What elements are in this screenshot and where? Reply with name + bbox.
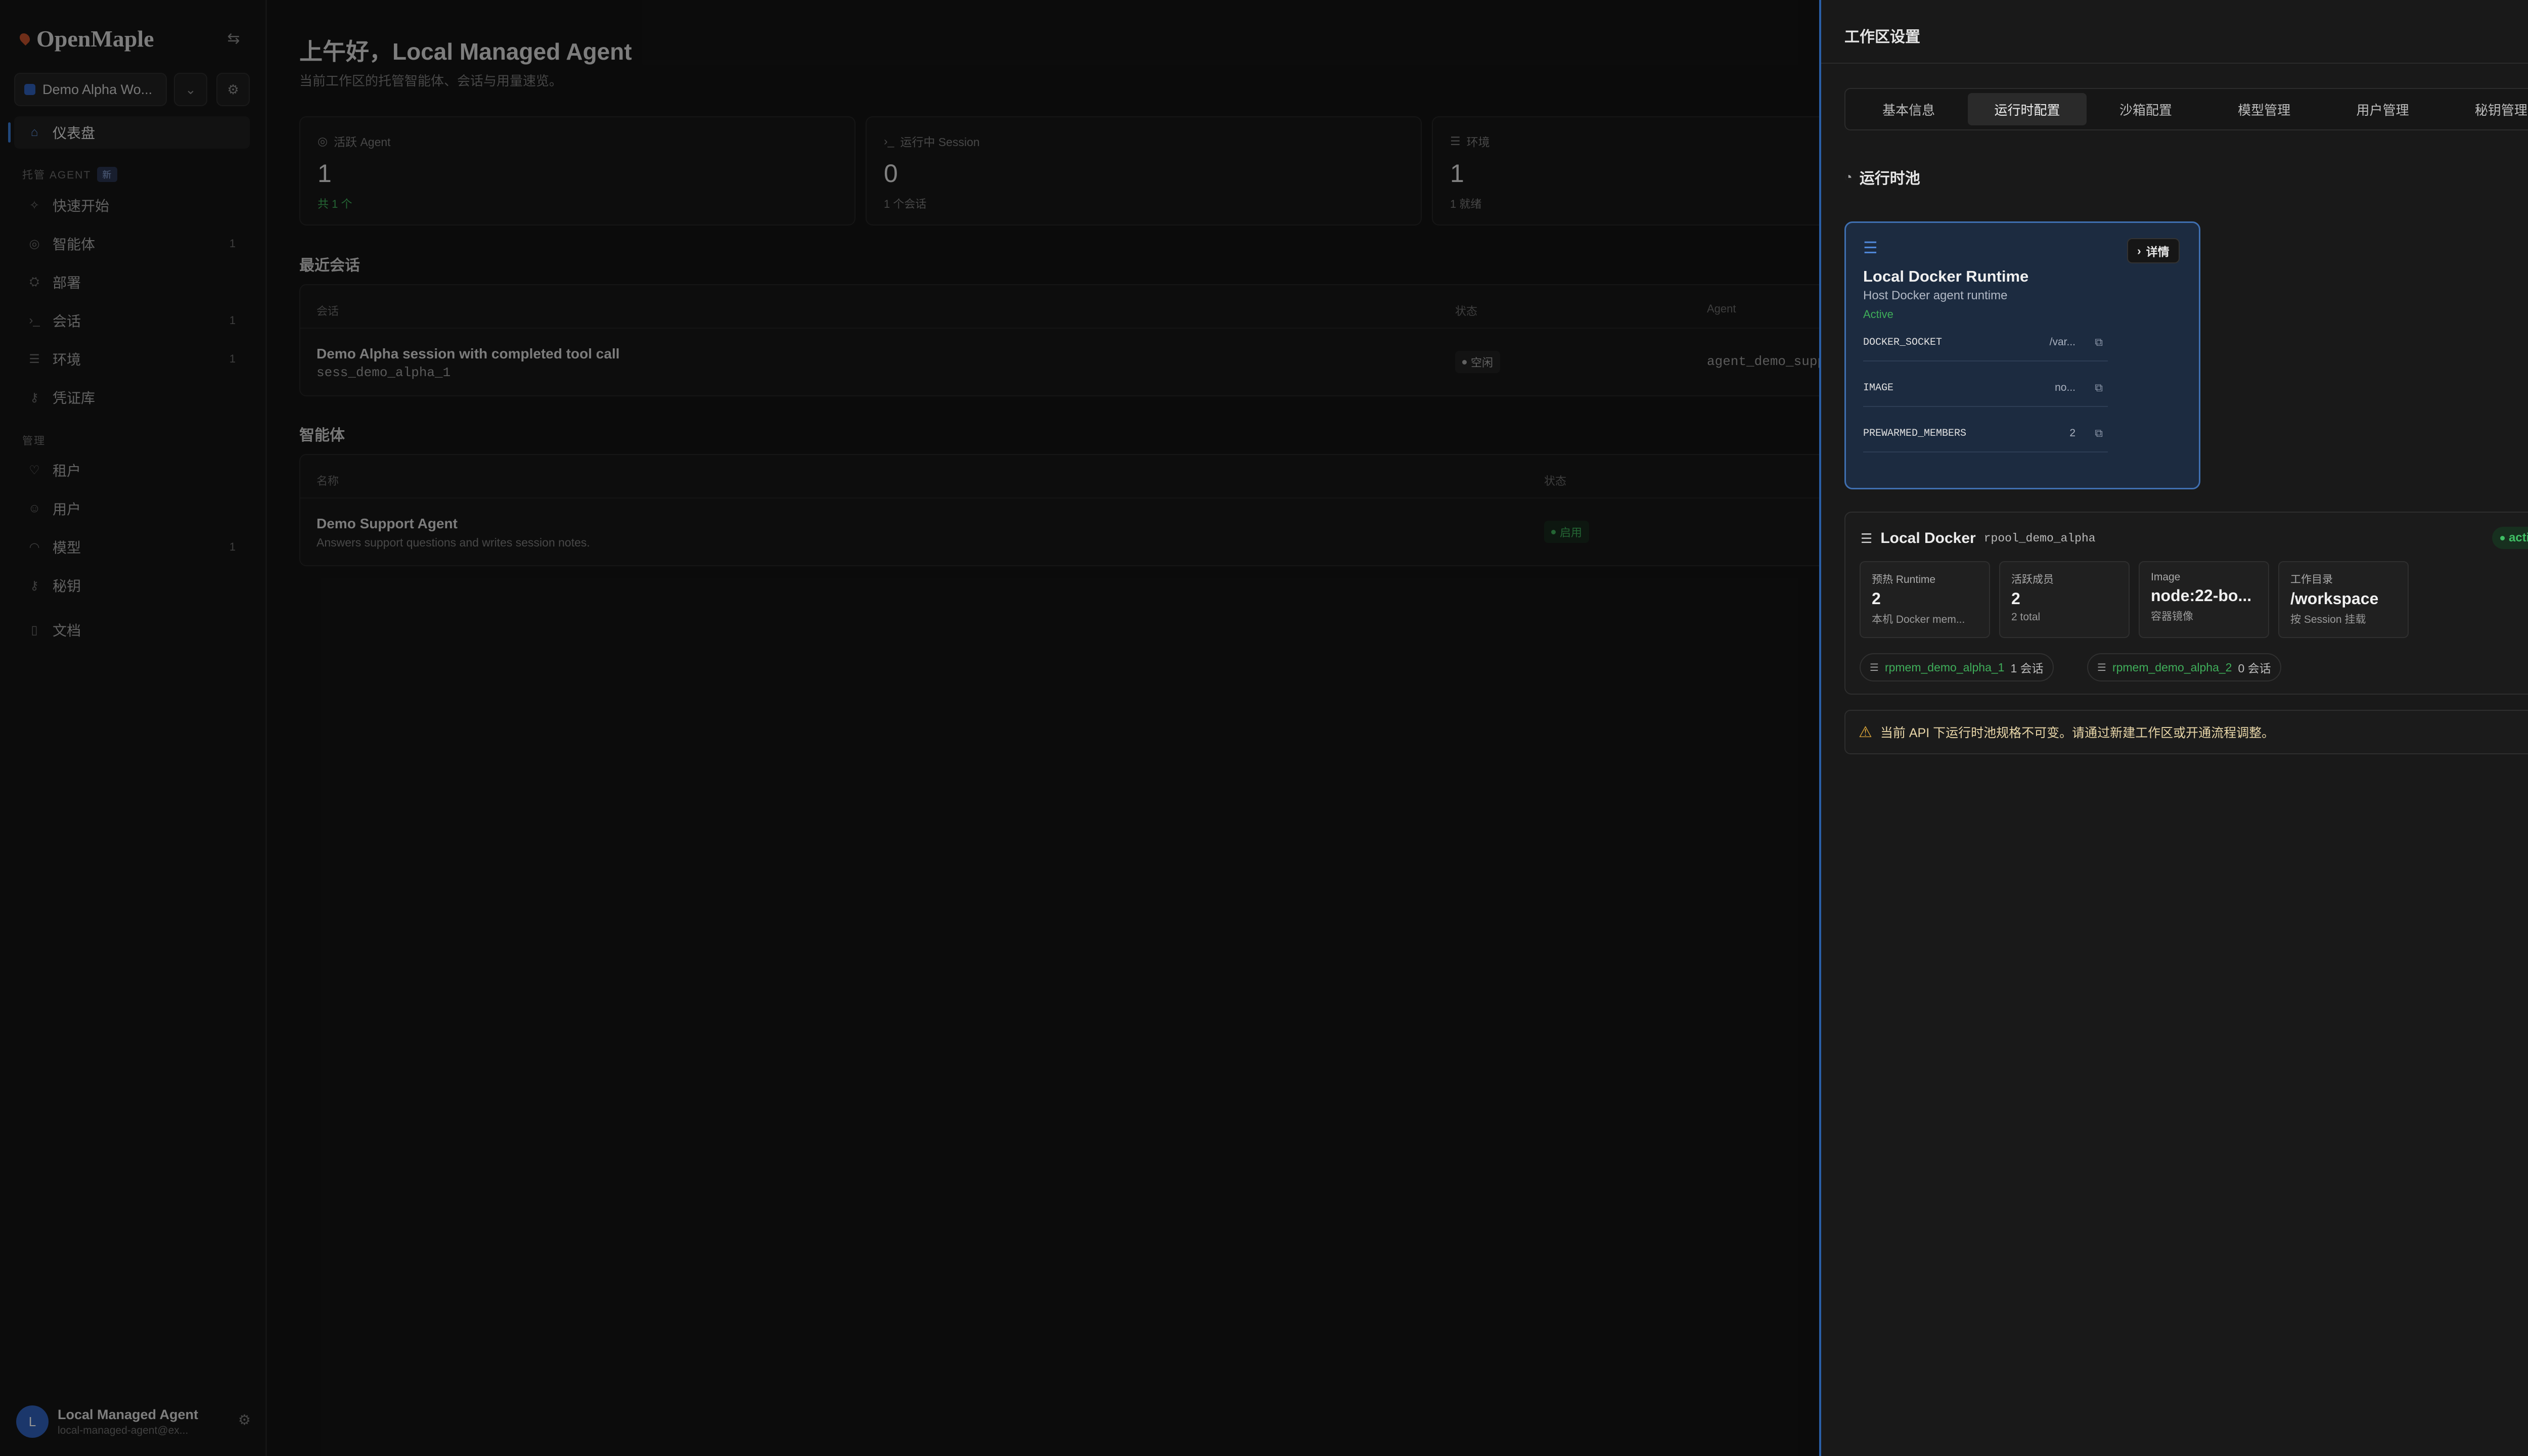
workspace-settings-drawer: 工作区设置 ✕ 基本信息 运行时配置 沙箱配置 模型管理 用户管理 秘钥管理 ◔…: [1819, 0, 2528, 1456]
copy-icon[interactable]: ⧉: [2095, 336, 2103, 349]
runtime-name: Local Docker Runtime: [1863, 267, 2029, 285]
runtime-card[interactable]: ☰ › 详情 Local Docker Runtime Host Docker …: [1844, 221, 2200, 489]
member-id: rpmem_demo_alpha_2: [2112, 660, 2232, 674]
runtime-status: Active: [1863, 308, 1893, 321]
member-session-count: 0 会话: [2238, 662, 2271, 675]
pool-id: rpool_demo_alpha: [1983, 532, 2096, 545]
member-session-count: 1 会话: [2010, 662, 2044, 675]
status-badge: active: [2492, 527, 2528, 549]
runtime-description: Host Docker agent runtime: [1863, 289, 2008, 302]
pool-name: Local Docker: [1880, 530, 1976, 547]
metric-label: 工作目录: [2290, 574, 2333, 585]
config-key: IMAGE: [1863, 382, 1894, 394]
metric-label: Image: [2151, 571, 2181, 583]
config-row: PREWARMED_MEMBERS 2 ⧉: [1863, 415, 2108, 452]
server-icon: ☰: [1861, 530, 1873, 546]
copy-icon[interactable]: ⧉: [2095, 427, 2103, 440]
settings-tabs: 基本信息 运行时配置 沙箱配置 模型管理 用户管理 秘钥管理: [1844, 88, 2528, 130]
metric-value: 2: [1872, 589, 1881, 608]
metric-value: node:22-bo...: [2151, 586, 2252, 605]
server-icon: ☰: [1870, 662, 1879, 673]
runtime-pool-card: ☰ Local Docker rpool_demo_alpha active 预…: [1844, 512, 2528, 695]
modal-overlay[interactable]: [0, 0, 1819, 1456]
tab-sandbox-config[interactable]: 沙箱配置: [2087, 93, 2205, 125]
metric-sub: 2 total: [2011, 611, 2041, 623]
details-button[interactable]: › 详情: [2127, 238, 2180, 263]
config-value: no...: [2055, 382, 2075, 393]
config-value: /var...: [2049, 336, 2075, 348]
metric-workdir: 工作目录 /workspace 按 Session 挂载: [2278, 561, 2409, 638]
config-key: PREWARMED_MEMBERS: [1863, 427, 1967, 439]
section-title: 运行时池: [1859, 170, 1920, 187]
metric-sub: 按 Session 挂载: [2290, 614, 2366, 625]
drawer-title: 工作区设置: [1844, 29, 1920, 46]
details-label: 详情: [2146, 245, 2170, 258]
tab-model-management[interactable]: 模型管理: [2205, 93, 2323, 125]
tab-user-management[interactable]: 用户管理: [2323, 93, 2442, 125]
divider: [1821, 63, 2528, 64]
tab-runtime-config[interactable]: 运行时配置: [1968, 93, 2087, 125]
server-icon: ☰: [2097, 662, 2106, 673]
metric-value: 2: [2011, 589, 2020, 608]
metric-label: 活跃成员: [2011, 574, 2054, 585]
chevron-right-icon: ›: [2137, 244, 2141, 257]
server-icon: ☰: [1863, 239, 1878, 257]
runtime-pool-heading: ◔ 运行时池: [1844, 166, 1920, 188]
config-key: DOCKER_SOCKET: [1863, 336, 1943, 348]
metric-image: Image node:22-bo... 容器镜像: [2139, 561, 2269, 638]
metric-sub: 容器镜像: [2151, 611, 2193, 622]
pool-member-chip[interactable]: ☰ rpmem_demo_alpha_2 0 会话: [2087, 653, 2281, 681]
tab-secret-management[interactable]: 秘钥管理: [2442, 93, 2528, 125]
metric-prewarmed: 预热 Runtime 2 本机 Docker mem...: [1860, 561, 1990, 638]
gauge-icon: ◔: [1844, 169, 1853, 185]
metric-label: 预热 Runtime: [1872, 574, 1936, 585]
warning-banner: ⚠ 当前 API 下运行时池规格不可变。请通过新建工作区或开通流程调整。: [1844, 710, 2528, 754]
tab-basic-info[interactable]: 基本信息: [1849, 93, 1968, 125]
config-value: 2: [2069, 427, 2075, 439]
member-id: rpmem_demo_alpha_1: [1884, 660, 2005, 674]
warning-text: 当前 API 下运行时池规格不可变。请通过新建工作区或开通流程调整。: [1880, 726, 2275, 740]
config-row: DOCKER_SOCKET /var... ⧉: [1863, 324, 2108, 361]
copy-icon[interactable]: ⧉: [2095, 381, 2103, 394]
warning-icon: ⚠: [1859, 723, 1872, 741]
config-row: IMAGE no... ⧉: [1863, 370, 2108, 407]
pool-member-chip[interactable]: ☰ rpmem_demo_alpha_1 1 会话: [1860, 653, 2054, 681]
metric-value: /workspace: [2290, 589, 2379, 608]
metric-sub: 本机 Docker mem...: [1872, 614, 1965, 625]
metric-active-members: 活跃成员 2 2 total: [1999, 561, 2130, 638]
status-label: active: [2508, 531, 2528, 544]
